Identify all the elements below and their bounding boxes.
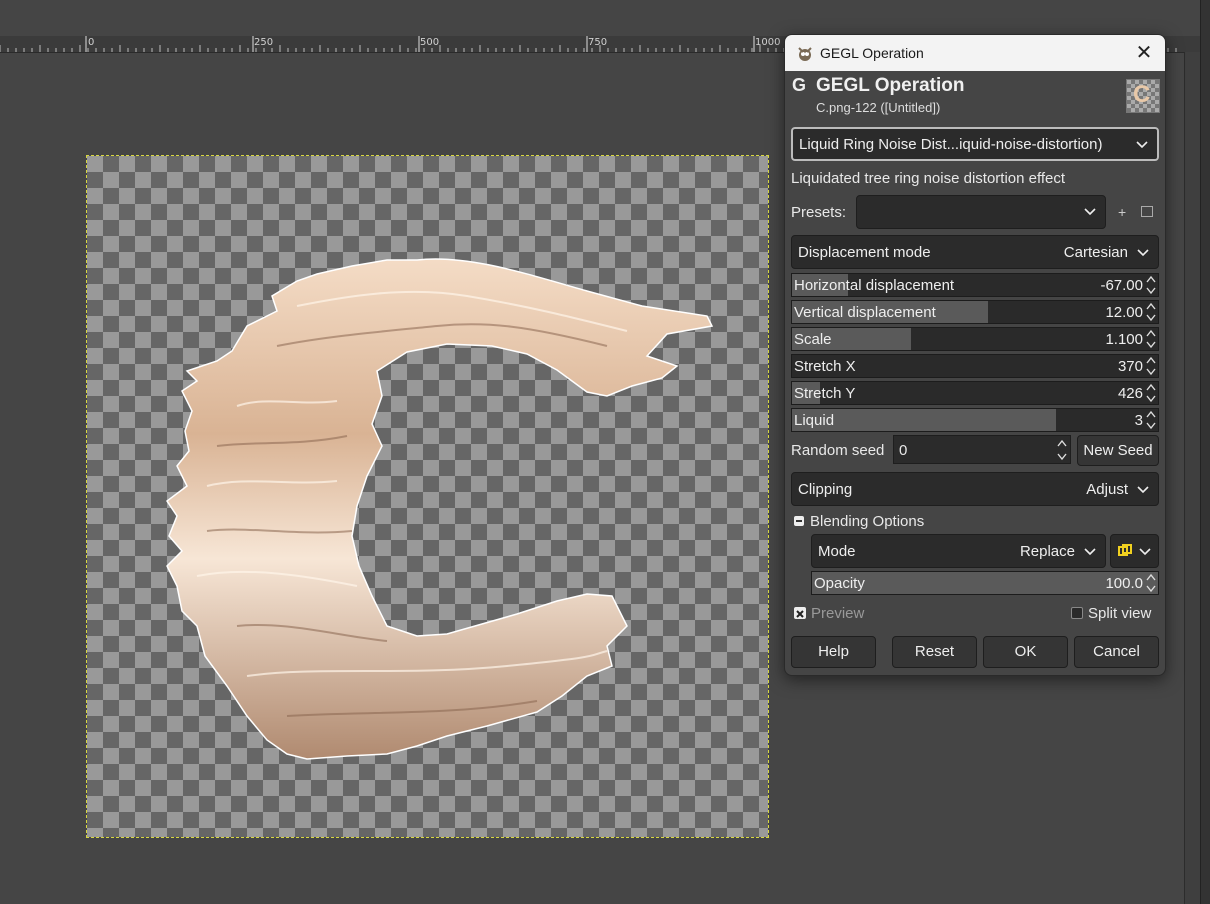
navigate-corner-icon[interactable]	[1184, 36, 1200, 52]
ruler-label: 500	[420, 37, 440, 48]
toolbar-strip	[0, 0, 1200, 36]
spin-arrows-icon[interactable]	[1146, 573, 1156, 593]
gimp-wilber-icon	[798, 47, 812, 61]
reset-button[interactable]: Reset	[892, 636, 977, 668]
presets-select[interactable]	[856, 195, 1106, 229]
vertical-scrollbar[interactable]	[1184, 52, 1201, 904]
random-seed-value: 0	[899, 442, 908, 459]
preview-label: Preview	[811, 605, 865, 622]
distorted-c-artwork	[165, 258, 714, 760]
spin-arrows-icon[interactable]	[1146, 410, 1156, 430]
ruler-label: 0	[88, 37, 95, 48]
split-view-checkbox[interactable]	[1071, 607, 1083, 619]
slider-value: 370	[1117, 358, 1143, 375]
clipping-value: Adjust	[1086, 481, 1128, 498]
slider-label: Stretch X	[794, 358, 856, 375]
chevron-down-icon	[1136, 141, 1148, 149]
new-seed-button[interactable]: New Seed	[1077, 435, 1159, 466]
preview-checkbox[interactable]	[794, 607, 806, 619]
layer-thumbnail: C	[1126, 79, 1160, 113]
spin-arrows-icon[interactable]	[1146, 383, 1156, 403]
header-title: GEGL Operation	[816, 75, 965, 96]
chevron-down-icon	[1084, 548, 1096, 556]
cancel-button[interactable]: Cancel	[1074, 636, 1159, 668]
opacity-slider[interactable]: Opacity 100.0	[811, 571, 1159, 595]
composite-mode-icon	[1118, 544, 1132, 556]
chevron-down-icon	[1137, 486, 1149, 494]
horizontal-displacement-slider[interactable]: Horizontal displacement -67.00	[791, 273, 1159, 297]
blending-options-label[interactable]: Blending Options	[810, 513, 924, 530]
ruler-label: 750	[588, 37, 608, 48]
clipping-select[interactable]: Clipping Adjust	[791, 472, 1159, 506]
gegl-g-icon: G	[791, 75, 806, 95]
header-subtitle: C.png-122 ([Untitled])	[816, 100, 941, 115]
slider-value: 426	[1117, 385, 1143, 402]
dock-panel-edge	[1200, 0, 1210, 904]
displacement-mode-value: Cartesian	[1063, 244, 1128, 261]
ruler-label: 250	[254, 37, 274, 48]
chevron-down-icon	[1139, 548, 1151, 556]
displacement-mode-select[interactable]: Displacement mode Cartesian	[791, 235, 1159, 269]
displacement-mode-label: Displacement mode	[798, 244, 931, 261]
slider-label: Opacity	[814, 575, 865, 592]
help-button[interactable]: Help	[791, 636, 876, 668]
presets-label: Presets:	[791, 204, 847, 221]
gegl-operation-dialog: GEGL Operation ✕ G GEGL Operation C.png-…	[784, 34, 1166, 676]
dialog-window-title: GEGL Operation	[820, 45, 924, 61]
operation-description: Liquidated tree ring noise distortion ef…	[791, 170, 1066, 187]
blend-mode-select[interactable]: Mode Replace	[811, 534, 1106, 568]
slider-value: 3	[1134, 412, 1143, 429]
close-icon[interactable]: ✕	[1131, 41, 1157, 65]
slider-value: 100.0	[1105, 575, 1143, 592]
ruler-label: 1000	[755, 37, 781, 48]
scale-slider[interactable]: Scale 1.100	[791, 327, 1159, 351]
stretch-y-slider[interactable]: Stretch Y 426	[791, 381, 1159, 405]
chevron-down-icon	[1137, 249, 1149, 257]
collapse-icon[interactable]	[794, 516, 804, 526]
slider-value: 1.100	[1105, 331, 1143, 348]
operation-select[interactable]: Liquid Ring Noise Dist...iquid-noise-dis…	[791, 127, 1159, 161]
spin-arrows-icon[interactable]	[1057, 438, 1067, 462]
slider-label: Liquid	[794, 412, 835, 429]
ok-button[interactable]: OK	[983, 636, 1068, 668]
spin-arrows-icon[interactable]	[1146, 275, 1156, 295]
stretch-x-slider[interactable]: Stretch X 370	[791, 354, 1159, 378]
slider-label: Horizontal displacement	[794, 277, 955, 294]
operation-select-value: Liquid Ring Noise Dist...iquid-noise-dis…	[799, 136, 1103, 153]
split-view-label: Split view	[1088, 605, 1152, 622]
spin-arrows-icon[interactable]	[1146, 302, 1156, 322]
slider-label: Vertical displacement	[794, 304, 936, 321]
composite-mode-select[interactable]	[1110, 534, 1159, 568]
random-seed-input[interactable]: 0	[893, 435, 1071, 464]
random-seed-label: Random seed	[791, 442, 885, 459]
mode-value: Replace	[1019, 543, 1075, 560]
slider-value: -67.00	[1100, 277, 1143, 294]
spin-arrows-icon[interactable]	[1146, 329, 1156, 349]
slider-value: 12.00	[1105, 304, 1143, 321]
image-canvas[interactable]	[86, 155, 769, 838]
slider-label: Stretch Y	[794, 385, 856, 402]
liquid-slider[interactable]: Liquid 3	[791, 408, 1159, 432]
dialog-header: G GEGL Operation C.png-122 ([Untitled]) …	[785, 71, 1165, 121]
slider-label: Scale	[794, 331, 832, 348]
dialog-titlebar[interactable]: GEGL Operation ✕	[785, 35, 1165, 71]
clipping-label: Clipping	[798, 481, 853, 498]
checkmark-icon	[796, 610, 804, 618]
vertical-displacement-slider[interactable]: Vertical displacement 12.00	[791, 300, 1159, 324]
chevron-down-icon	[1084, 208, 1096, 216]
preset-menu-icon[interactable]	[1141, 206, 1153, 217]
add-preset-icon[interactable]: +	[1118, 204, 1126, 220]
mode-label: Mode	[818, 543, 856, 560]
spin-arrows-icon[interactable]	[1146, 356, 1156, 376]
